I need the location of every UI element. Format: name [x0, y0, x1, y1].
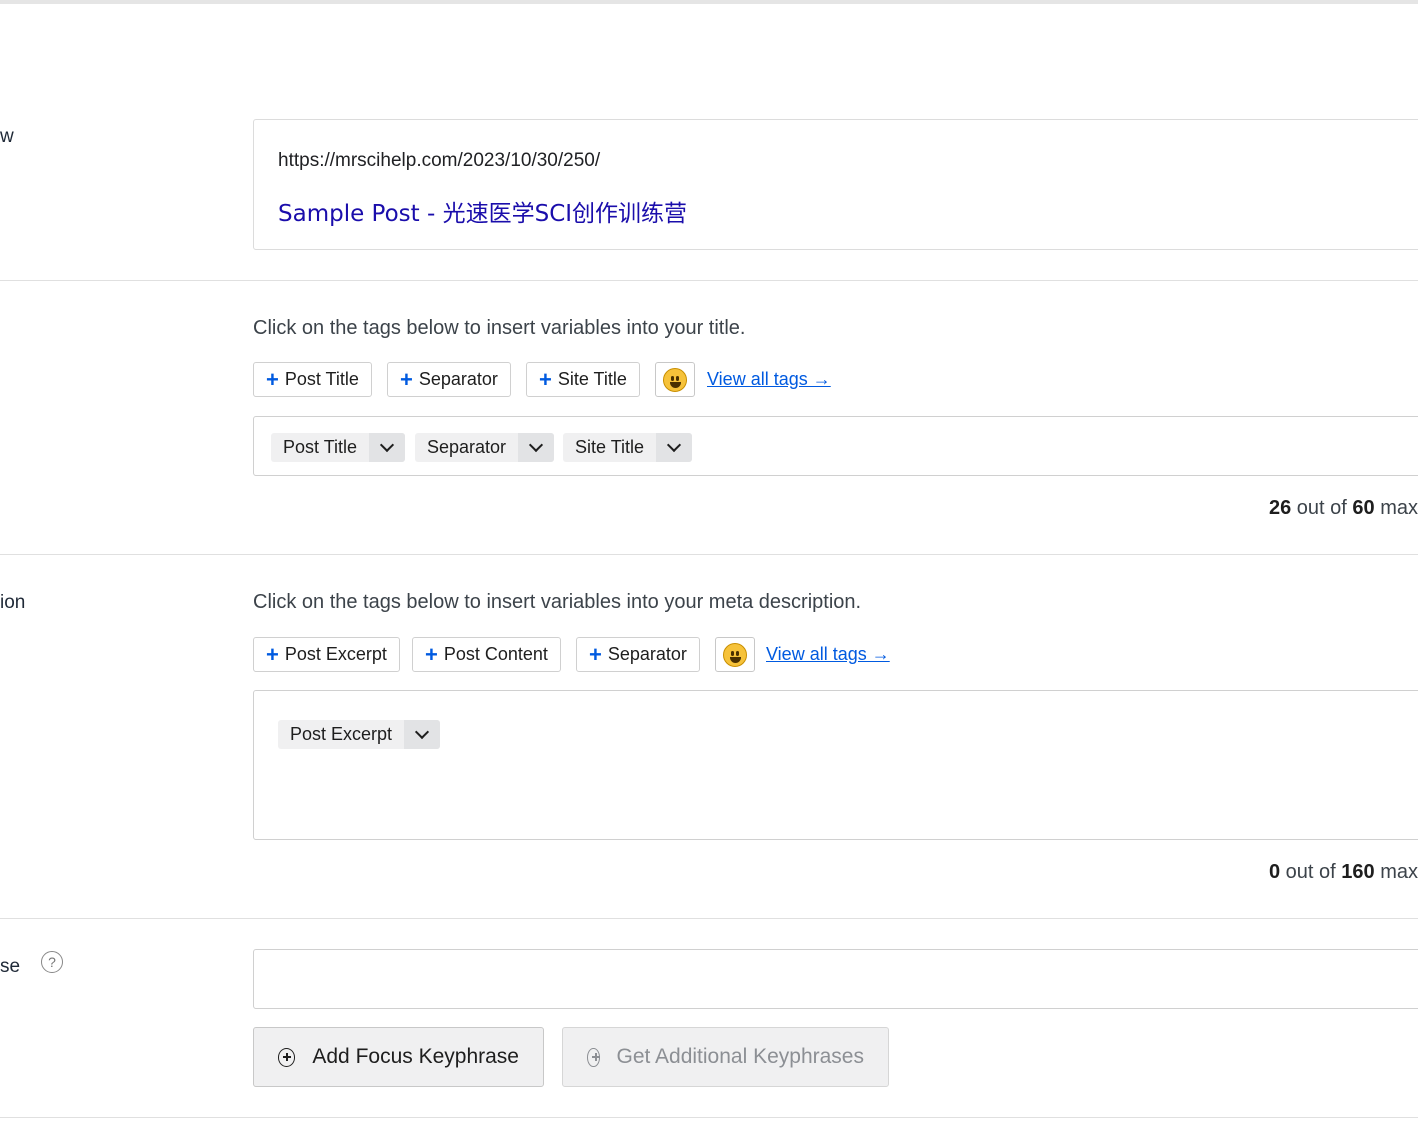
section-divider — [0, 1117, 1418, 1118]
title-chip-separator[interactable]: Separator — [415, 433, 555, 462]
plus-icon: + — [589, 641, 602, 667]
circle-plus-icon — [587, 1047, 600, 1067]
description-length-counter: 0 out of 160 max — [1269, 861, 1418, 883]
insert-post-title-button[interactable]: + Post Title — [253, 362, 372, 397]
insert-post-excerpt-button[interactable]: + Post Excerpt — [253, 637, 400, 672]
view-all-tags-link[interactable]: View all tags → — [766, 644, 890, 665]
title-chip-post-title[interactable]: Post Title — [271, 433, 406, 462]
plus-icon: + — [400, 366, 413, 392]
top-divider — [0, 0, 1418, 4]
add-focus-keyphrase-button[interactable]: Add Focus Keyphrase — [253, 1027, 544, 1087]
chevron-down-icon[interactable] — [656, 433, 693, 462]
grinning-face-icon — [663, 367, 687, 392]
plus-icon: + — [266, 641, 279, 667]
section-divider — [0, 554, 1418, 555]
description-chip-post-excerpt[interactable]: Post Excerpt — [278, 720, 441, 749]
insert-site-title-button[interactable]: + Site Title — [526, 362, 640, 397]
snippet-preview-label: w — [0, 126, 14, 147]
meta-description-editor[interactable]: Post Excerpt — [253, 690, 1418, 840]
help-icon[interactable]: ? — [41, 951, 63, 973]
view-all-tags-link[interactable]: View all tags → — [707, 369, 831, 390]
seo-title-editor[interactable]: Post Title Separator Site Title — [253, 416, 1418, 476]
preview-title[interactable]: Sample Post - 光速医学SCI创作训练营 — [278, 194, 687, 228]
emoji-picker-button[interactable] — [715, 637, 755, 672]
plus-icon: + — [266, 366, 279, 392]
plus-icon: + — [539, 366, 552, 392]
get-additional-keyphrases-button[interactable]: Get Additional Keyphrases — [562, 1027, 889, 1087]
meta-description-label: ion — [0, 592, 26, 613]
title-length-counter: 26 out of 60 max — [1269, 497, 1418, 519]
insert-post-content-button[interactable]: + Post Content — [412, 637, 561, 672]
chevron-down-icon[interactable] — [518, 433, 555, 462]
title-chip-site-title[interactable]: Site Title — [563, 433, 693, 462]
snippet-preview-box: https://mrscihelp.com/2023/10/30/250/ Sa… — [253, 119, 1418, 250]
focus-keyphrase-label: se — [0, 956, 21, 977]
chevron-down-icon[interactable] — [404, 720, 441, 749]
description-hint: Click on the tags below to insert variab… — [253, 591, 862, 613]
title-hint: Click on the tags below to insert variab… — [253, 317, 746, 339]
circle-plus-icon — [278, 1047, 296, 1067]
preview-url: https://mrscihelp.com/2023/10/30/250/ — [278, 150, 601, 171]
plus-icon: + — [425, 641, 438, 667]
section-divider — [0, 280, 1418, 281]
section-divider — [0, 918, 1418, 919]
insert-separator-button[interactable]: + Separator — [387, 362, 511, 397]
grinning-face-icon — [723, 642, 747, 667]
insert-separator-button[interactable]: + Separator — [576, 637, 700, 672]
emoji-picker-button[interactable] — [655, 362, 695, 397]
chevron-down-icon[interactable] — [369, 433, 406, 462]
focus-keyphrase-input[interactable] — [253, 949, 1418, 1009]
